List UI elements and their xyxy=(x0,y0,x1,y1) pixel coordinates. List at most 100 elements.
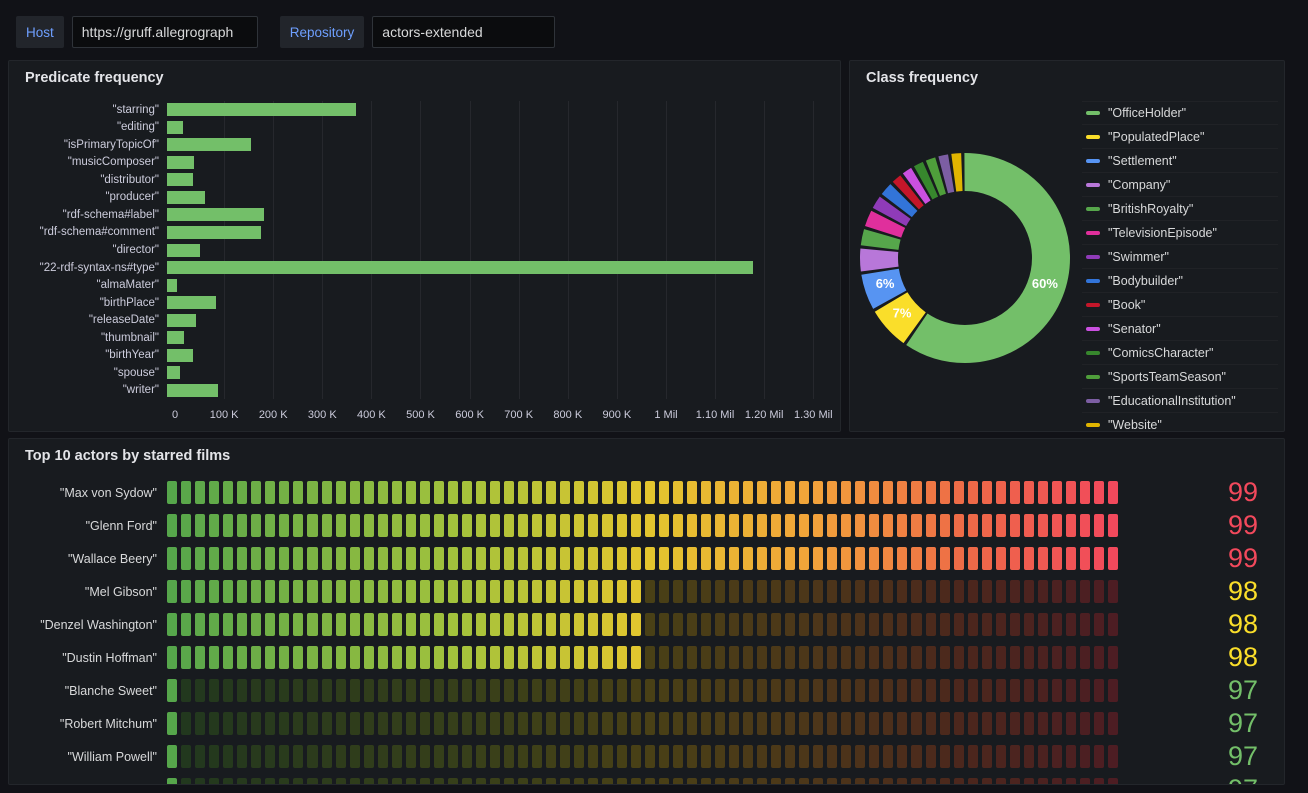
legend-label: "Settlement" xyxy=(1108,154,1177,168)
gauge-cell xyxy=(364,646,374,669)
gauge-cell xyxy=(771,679,781,702)
gauge-cell xyxy=(560,712,570,735)
gauge-bar[interactable] xyxy=(167,745,1118,768)
legend-item[interactable]: "SportsTeamSeason" xyxy=(1082,365,1278,389)
gauge-cell xyxy=(209,745,219,768)
predicate-bar[interactable] xyxy=(167,366,180,379)
gauge-label: "Max von Sydow" xyxy=(19,486,167,500)
legend-item[interactable]: "Swimmer" xyxy=(1082,245,1278,269)
gauge-cell xyxy=(181,481,191,504)
gauge-cell xyxy=(307,547,317,570)
gauge-cell xyxy=(926,712,936,735)
predicate-bar[interactable] xyxy=(167,279,177,292)
legend-item[interactable]: "ComicsCharacter" xyxy=(1082,341,1278,365)
predicate-bar[interactable] xyxy=(167,191,205,204)
gauge-cell xyxy=(673,613,683,636)
gauge-cell xyxy=(673,646,683,669)
predicate-bar[interactable] xyxy=(167,384,218,397)
gauge-cell xyxy=(968,745,978,768)
gauge-bar[interactable] xyxy=(167,547,1118,570)
gauge-cell xyxy=(504,646,514,669)
predicate-bar[interactable] xyxy=(167,244,200,257)
legend-item[interactable]: "TelevisionEpisode" xyxy=(1082,221,1278,245)
gauge-cell xyxy=(687,679,697,702)
legend-item[interactable]: "Settlement" xyxy=(1082,149,1278,173)
gauge-value: 97 xyxy=(1118,710,1268,737)
predicate-bar[interactable] xyxy=(167,296,216,309)
gauge-bar[interactable] xyxy=(167,679,1118,702)
predicate-bar[interactable] xyxy=(167,121,183,134)
gauge-cell xyxy=(883,613,893,636)
gauge-value: 98 xyxy=(1118,611,1268,638)
gauge-cell xyxy=(911,712,921,735)
gauge-cell xyxy=(757,745,767,768)
repository-input[interactable] xyxy=(372,16,555,48)
legend-label: "EducationalInstitution" xyxy=(1108,394,1236,408)
gauge-cell xyxy=(223,547,233,570)
predicate-bar[interactable] xyxy=(167,261,753,274)
gauge-cell xyxy=(659,646,669,669)
legend-item[interactable]: "Senator" xyxy=(1082,317,1278,341)
gauge-cell xyxy=(490,712,500,735)
predicate-bar[interactable] xyxy=(167,208,264,221)
gauge-bar[interactable] xyxy=(167,481,1118,504)
actors-bar-gauge: "Max von Sydow"99"Glenn Ford"99"Wallace … xyxy=(19,479,1268,774)
gauge-cell xyxy=(996,646,1006,669)
gauge-cell xyxy=(743,679,753,702)
gauge-cell xyxy=(813,679,823,702)
legend-item[interactable]: "EducationalInstitution" xyxy=(1082,389,1278,413)
gauge-cell xyxy=(167,613,177,636)
gauge-cell xyxy=(378,778,388,785)
gauge-cell xyxy=(406,613,416,636)
predicate-bar[interactable] xyxy=(167,331,184,344)
predicate-bar-label: "musicComposer" xyxy=(17,156,167,168)
legend-item[interactable]: "Website" xyxy=(1082,413,1278,429)
predicate-bar[interactable] xyxy=(167,173,193,186)
legend-color-swatch xyxy=(1086,399,1100,403)
predicate-bar[interactable] xyxy=(167,138,251,151)
predicate-bar[interactable] xyxy=(167,103,356,116)
gauge-cell xyxy=(940,547,950,570)
class-panel-title[interactable]: Class frequency xyxy=(850,61,1284,95)
gauge-cell xyxy=(715,547,725,570)
gauge-bar[interactable] xyxy=(167,646,1118,669)
gauge-cell xyxy=(265,745,275,768)
predicate-bar[interactable] xyxy=(167,156,194,169)
predicate-bar[interactable] xyxy=(167,226,261,239)
gauge-cell xyxy=(841,745,851,768)
gauge-cell xyxy=(293,514,303,537)
predicate-bar[interactable] xyxy=(167,314,196,327)
legend-label: "Company" xyxy=(1108,178,1170,192)
gauge-cell xyxy=(476,580,486,603)
gauge-bar[interactable] xyxy=(167,712,1118,735)
gauge-cell xyxy=(1010,547,1020,570)
gauge-cell xyxy=(883,547,893,570)
gauge-bar[interactable] xyxy=(167,514,1118,537)
actors-panel-title[interactable]: Top 10 actors by starred films xyxy=(9,439,1284,473)
gauge-cell xyxy=(827,679,837,702)
legend-item[interactable]: "Book" xyxy=(1082,293,1278,317)
gauge-cell xyxy=(307,481,317,504)
gauge-cell xyxy=(490,646,500,669)
gauge-bar[interactable] xyxy=(167,778,1118,785)
gauge-cell xyxy=(827,745,837,768)
legend-item[interactable]: "OfficeHolder" xyxy=(1082,101,1278,125)
legend-item[interactable]: "BritishRoyalty" xyxy=(1082,197,1278,221)
legend-item[interactable]: "Company" xyxy=(1082,173,1278,197)
gauge-cell xyxy=(996,580,1006,603)
gauge-bar[interactable] xyxy=(167,580,1118,603)
gauge-cell xyxy=(476,547,486,570)
gauge-cell xyxy=(350,646,360,669)
gauge-cell xyxy=(574,613,584,636)
host-input[interactable] xyxy=(72,16,258,48)
legend-item[interactable]: "Bodybuilder" xyxy=(1082,269,1278,293)
predicate-bar[interactable] xyxy=(167,349,193,362)
gauge-bar[interactable] xyxy=(167,613,1118,636)
gauge-cell xyxy=(279,547,289,570)
gauge-cell xyxy=(350,778,360,785)
gauge-cell xyxy=(869,646,879,669)
legend-item[interactable]: "PopulatedPlace" xyxy=(1082,125,1278,149)
gauge-cell xyxy=(897,481,907,504)
gauge-cell xyxy=(996,514,1006,537)
predicate-panel-title[interactable]: Predicate frequency xyxy=(9,61,840,95)
